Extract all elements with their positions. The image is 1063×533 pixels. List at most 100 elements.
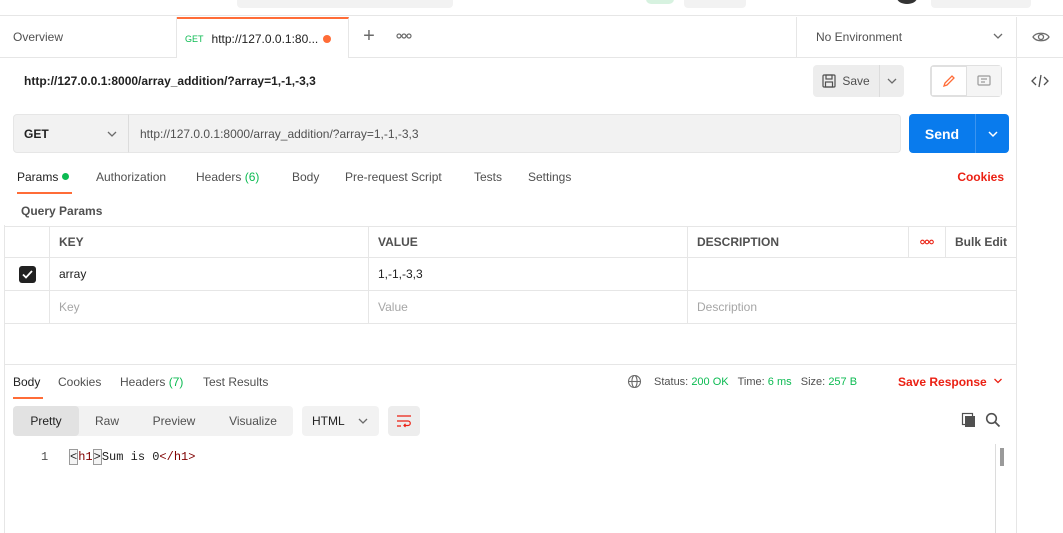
table-header-row: KEY VALUE DESCRIPTION Bulk Edit (5, 226, 1016, 258)
language-value: HTML (312, 414, 345, 428)
code-close-tag: </h1> (159, 450, 196, 464)
tab-body[interactable]: Body (292, 170, 319, 184)
status-value[interactable]: 200 OK (691, 376, 728, 388)
param-description-cell[interactable] (688, 258, 1016, 290)
status-label: Status: (654, 376, 689, 388)
tab-response-headers[interactable]: Headers (7) (120, 375, 183, 389)
tab-authorization[interactable]: Authorization (96, 170, 166, 184)
param-enabled-checkbox[interactable] (18, 265, 36, 283)
eye-icon[interactable] (1031, 29, 1051, 45)
tab-response-headers-label: Headers (120, 375, 166, 389)
chevron-down-icon (106, 128, 118, 143)
save-icon (822, 74, 836, 88)
tab-response-cookies[interactable]: Cookies (58, 375, 101, 389)
search-icon[interactable] (985, 412, 1001, 428)
copy-icon[interactable] (961, 412, 977, 428)
save-options-button[interactable] (880, 65, 904, 97)
tab-prerequest-script[interactable]: Pre-request Script (345, 170, 442, 184)
scrollbar-thumb[interactable] (1000, 448, 1004, 466)
line-number: 1 (41, 450, 49, 464)
new-tab-plus-icon[interactable]: + (359, 25, 379, 47)
avatar[interactable] (897, 0, 917, 4)
url-input[interactable] (128, 114, 901, 153)
chevron-down-icon (992, 30, 1004, 45)
bulk-edit-link[interactable]: Bulk Edit (946, 227, 1016, 257)
tab-settings[interactable]: Settings (528, 170, 571, 184)
code-line: <h1>Sum is 0</h1> (69, 449, 196, 465)
more-tabs-icon[interactable] (396, 29, 416, 43)
request-title[interactable]: http://127.0.0.1:8000/array_addition/?ar… (24, 74, 316, 88)
tab-active-request[interactable]: GET http://127.0.0.1:80... (177, 17, 349, 58)
param-value-cell[interactable]: 1,-1,-3,3 (369, 258, 688, 290)
edit-mode-button[interactable] (931, 66, 967, 96)
checkmark-icon (21, 269, 33, 279)
table-row: array 1,-1,-3,3 (5, 258, 1016, 291)
method-select[interactable]: GET (13, 114, 129, 153)
tab-params[interactable]: Params (17, 170, 70, 184)
environment-select[interactable]: No Environment (796, 17, 1017, 57)
header-description: DESCRIPTION (688, 227, 909, 257)
tab-response-body[interactable]: Body (13, 375, 40, 389)
save-response-label: Save Response (898, 375, 987, 389)
send-button-group: Send (909, 114, 1009, 153)
right-sidebar (1016, 58, 1063, 533)
method-value: GET (24, 127, 49, 141)
code-open-lt: < (69, 449, 79, 465)
response-tabs: Body Cookies Headers (7) Test Results St… (0, 365, 1016, 399)
tab-headers-label: Headers (196, 170, 242, 184)
view-preview-button[interactable]: Preview (135, 406, 213, 436)
chevron-down-icon (987, 130, 998, 137)
pencil-icon (942, 75, 955, 88)
language-select[interactable]: HTML (302, 406, 379, 436)
query-params-label: Query Params (21, 204, 103, 218)
size-value[interactable]: 257 B (828, 376, 857, 388)
time-label: Time: (737, 376, 765, 388)
tab-params-label: Params (17, 170, 59, 184)
param-key-cell[interactable]: array (50, 258, 369, 290)
documentation-button[interactable] (966, 66, 1001, 96)
response-body-editor[interactable]: 1 <h1>Sum is 0</h1> (5, 444, 1016, 533)
view-raw-button[interactable]: Raw (79, 406, 135, 436)
sync-status-icon (646, 0, 674, 4)
tab-headers[interactable]: Headers (6) (196, 170, 259, 184)
save-response-button[interactable]: Save Response (898, 375, 1003, 389)
new-key-input[interactable]: Key (50, 291, 369, 323)
response-headers-count: (7) (168, 375, 184, 389)
header-key: KEY (50, 227, 369, 257)
upgrade-button-fragment[interactable] (931, 0, 1031, 8)
params-active-dot-icon (62, 173, 70, 180)
code-text: Sum is 0 (101, 450, 160, 464)
param-enabled-cell (5, 258, 50, 290)
new-value-input[interactable]: Value (369, 291, 688, 323)
active-tab-underline (13, 397, 43, 399)
code-open-tag: h1 (78, 450, 93, 464)
search-bar-fragment[interactable] (237, 0, 453, 8)
mode-toggle-group (930, 65, 1002, 97)
save-label: Save (842, 74, 870, 88)
view-visualize-button[interactable]: Visualize (213, 406, 293, 436)
new-description-input[interactable]: Description (688, 291, 1016, 323)
table-row: Key Value Description (5, 291, 1016, 324)
request-tabs: Params Authorization Headers (6) Body Pr… (0, 160, 1016, 194)
column-options-icon[interactable] (909, 227, 946, 257)
wrap-lines-button[interactable] (388, 406, 420, 436)
chevron-down-icon (357, 415, 369, 430)
tab-tests[interactable]: Tests (474, 170, 502, 184)
view-pretty-button[interactable]: Pretty (13, 406, 79, 436)
wrap-lines-icon (397, 415, 411, 428)
active-tab-underline (17, 192, 72, 194)
send-options-button[interactable] (976, 114, 1009, 153)
time-value[interactable]: 6 ms (768, 376, 792, 388)
chevron-down-icon (994, 378, 1003, 384)
send-button[interactable]: Send (909, 114, 976, 153)
tab-test-results[interactable]: Test Results (203, 375, 268, 389)
cookies-link[interactable]: Cookies (957, 170, 1004, 184)
globe-icon[interactable] (627, 374, 642, 389)
header-button-fragment[interactable] (684, 0, 746, 8)
environment-label: No Environment (816, 30, 903, 44)
tab-bar: Overview GET http://127.0.0.1:80... + No… (0, 17, 1063, 58)
code-snippet-icon[interactable] (1031, 73, 1049, 89)
tab-overview[interactable]: Overview (0, 17, 177, 57)
code-open-gt: > (92, 449, 102, 465)
save-button[interactable]: Save (813, 65, 880, 97)
